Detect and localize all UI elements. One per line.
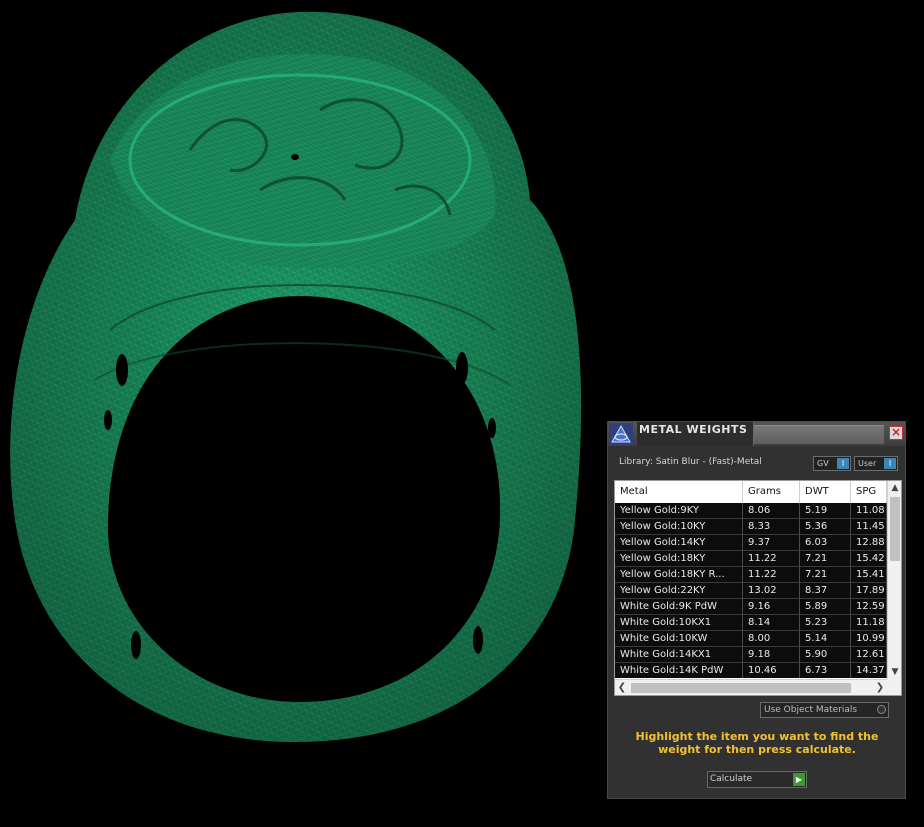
cell-metal: Yellow Gold:18KY R...	[615, 567, 743, 582]
scroll-left-icon[interactable]: ❮	[615, 680, 629, 695]
cell-metal: Yellow Gold:14KY	[615, 535, 743, 550]
user-toggle[interactable]: User I	[854, 456, 898, 471]
cell-spg: 15.41	[851, 567, 887, 582]
calculate-button[interactable]: Calculate ▶	[707, 771, 807, 788]
column-header-grams[interactable]: Grams	[743, 481, 800, 503]
close-button[interactable]: ×	[889, 426, 903, 440]
gv-toggle[interactable]: GV I	[813, 456, 851, 471]
table-header: Metal Grams DWT SPG	[615, 481, 887, 503]
cell-grams: 8.14	[743, 615, 800, 630]
horizontal-scrollbar[interactable]: ❮ ❯	[615, 679, 887, 695]
cell-metal: White Gold:14K PdW	[615, 663, 743, 678]
table-row[interactable]: Yellow Gold:22KY 13.02 8.37 17.89	[615, 583, 887, 599]
cell-spg: 12.88	[851, 535, 887, 550]
column-header-spg[interactable]: SPG	[851, 481, 887, 503]
play-arrow-icon: ▶	[793, 773, 805, 786]
scroll-down-icon[interactable]: ▼	[888, 665, 901, 679]
cell-grams: 9.18	[743, 647, 800, 662]
cell-grams: 13.02	[743, 583, 800, 598]
cell-spg: 12.61	[851, 647, 887, 662]
cell-metal: White Gold:10KX1	[615, 615, 743, 630]
cell-spg: 14.37	[851, 663, 887, 678]
cell-dwt: 5.14	[800, 631, 851, 646]
vertical-scrollbar[interactable]: ▲ ▼	[887, 481, 901, 679]
cell-dwt: 8.37	[800, 583, 851, 598]
cell-grams: 8.00	[743, 631, 800, 646]
table-row[interactable]: Yellow Gold:10KY 8.33 5.36 11.45	[615, 519, 887, 535]
cell-spg: 12.59	[851, 599, 887, 614]
table-row[interactable]: White Gold:14KX1 9.18 5.90 12.61	[615, 647, 887, 663]
cell-spg: 10.99	[851, 631, 887, 646]
scroll-up-icon[interactable]: ▲	[888, 481, 901, 495]
cell-grams: 11.22	[743, 567, 800, 582]
vertical-scroll-thumb[interactable]	[890, 497, 900, 561]
cell-grams: 11.22	[743, 551, 800, 566]
cell-grams: 8.33	[743, 519, 800, 534]
cell-grams: 9.16	[743, 599, 800, 614]
cell-dwt: 5.19	[800, 503, 851, 518]
cell-dwt: 6.73	[800, 663, 851, 678]
cell-dwt: 5.23	[800, 615, 851, 630]
instruction-text: Highlight the item you want to find the …	[635, 730, 879, 756]
cell-metal: Yellow Gold:9KY	[615, 503, 743, 518]
cell-metal: White Gold:9K PdW	[615, 599, 743, 614]
cell-dwt: 6.03	[800, 535, 851, 550]
cell-dwt: 7.21	[800, 567, 851, 582]
cell-grams: 10.46	[743, 663, 800, 678]
cell-grams: 8.06	[743, 503, 800, 518]
table-row[interactable]: White Gold:14K PdW 10.46 6.73 14.37	[615, 663, 887, 678]
scrollbar-corner	[887, 679, 901, 695]
user-toggle-knob: I	[884, 458, 896, 469]
cell-metal: White Gold:14KX1	[615, 647, 743, 662]
use-object-materials-toggle[interactable]: Use Object Materials	[760, 702, 889, 718]
use-object-materials-label: Use Object Materials	[764, 705, 858, 715]
table-row[interactable]: Yellow Gold:9KY 8.06 5.19 11.08	[615, 503, 887, 519]
radio-icon[interactable]	[877, 705, 886, 714]
calculate-label: Calculate	[710, 774, 753, 784]
table-row[interactable]: Yellow Gold:18KY R... 11.22 7.21 15.41	[615, 567, 887, 583]
cell-metal: Yellow Gold:18KY	[615, 551, 743, 566]
panel-title: METAL WEIGHTS	[637, 422, 754, 446]
table-row[interactable]: Yellow Gold:18KY 11.22 7.21 15.42	[615, 551, 887, 567]
cell-dwt: 5.90	[800, 647, 851, 662]
cell-spg: 11.45	[851, 519, 887, 534]
cell-dwt: 5.36	[800, 519, 851, 534]
cell-dwt: 7.21	[800, 551, 851, 566]
table-body: Yellow Gold:9KY 8.06 5.19 11.08 Yellow Gold:…	[615, 503, 887, 678]
table-row[interactable]: White Gold:9K PdW 9.16 5.89 12.59	[615, 599, 887, 615]
cell-spg: 15.42	[851, 551, 887, 566]
cell-spg: 11.08	[851, 503, 887, 518]
cell-spg: 17.89	[851, 583, 887, 598]
cell-metal: Yellow Gold:10KY	[615, 519, 743, 534]
panel-titlebar[interactable]: METAL WEIGHTS ×	[608, 422, 905, 446]
cell-spg: 11.18	[851, 615, 887, 630]
table-row[interactable]: White Gold:10KW 8.00 5.14 10.99	[615, 631, 887, 647]
cell-metal: Yellow Gold:22KY	[615, 583, 743, 598]
metal-weights-panel: METAL WEIGHTS × Library: Satin Blur - (F…	[607, 421, 906, 799]
cell-grams: 9.37	[743, 535, 800, 550]
gv-toggle-knob: I	[837, 458, 849, 469]
horizontal-scroll-thumb[interactable]	[631, 683, 851, 693]
app-logo-icon	[609, 423, 633, 445]
titlebar-tab-area	[754, 425, 884, 444]
user-toggle-label: User	[858, 459, 877, 468]
column-header-dwt[interactable]: DWT	[800, 481, 851, 503]
column-header-metal[interactable]: Metal	[615, 481, 743, 503]
library-label: Library: Satin Blur - (Fast)-Metal	[619, 457, 762, 467]
cell-metal: White Gold:10KW	[615, 631, 743, 646]
gv-toggle-label: GV	[817, 459, 829, 468]
table-row[interactable]: Yellow Gold:14KY 9.37 6.03 12.88	[615, 535, 887, 551]
table-row[interactable]: White Gold:10KX1 8.14 5.23 11.18	[615, 615, 887, 631]
scroll-right-icon[interactable]: ❯	[873, 680, 887, 695]
cell-dwt: 5.89	[800, 599, 851, 614]
metal-weights-table[interactable]: Metal Grams DWT SPG Yellow Gold:9KY 8.06 5…	[614, 480, 902, 696]
